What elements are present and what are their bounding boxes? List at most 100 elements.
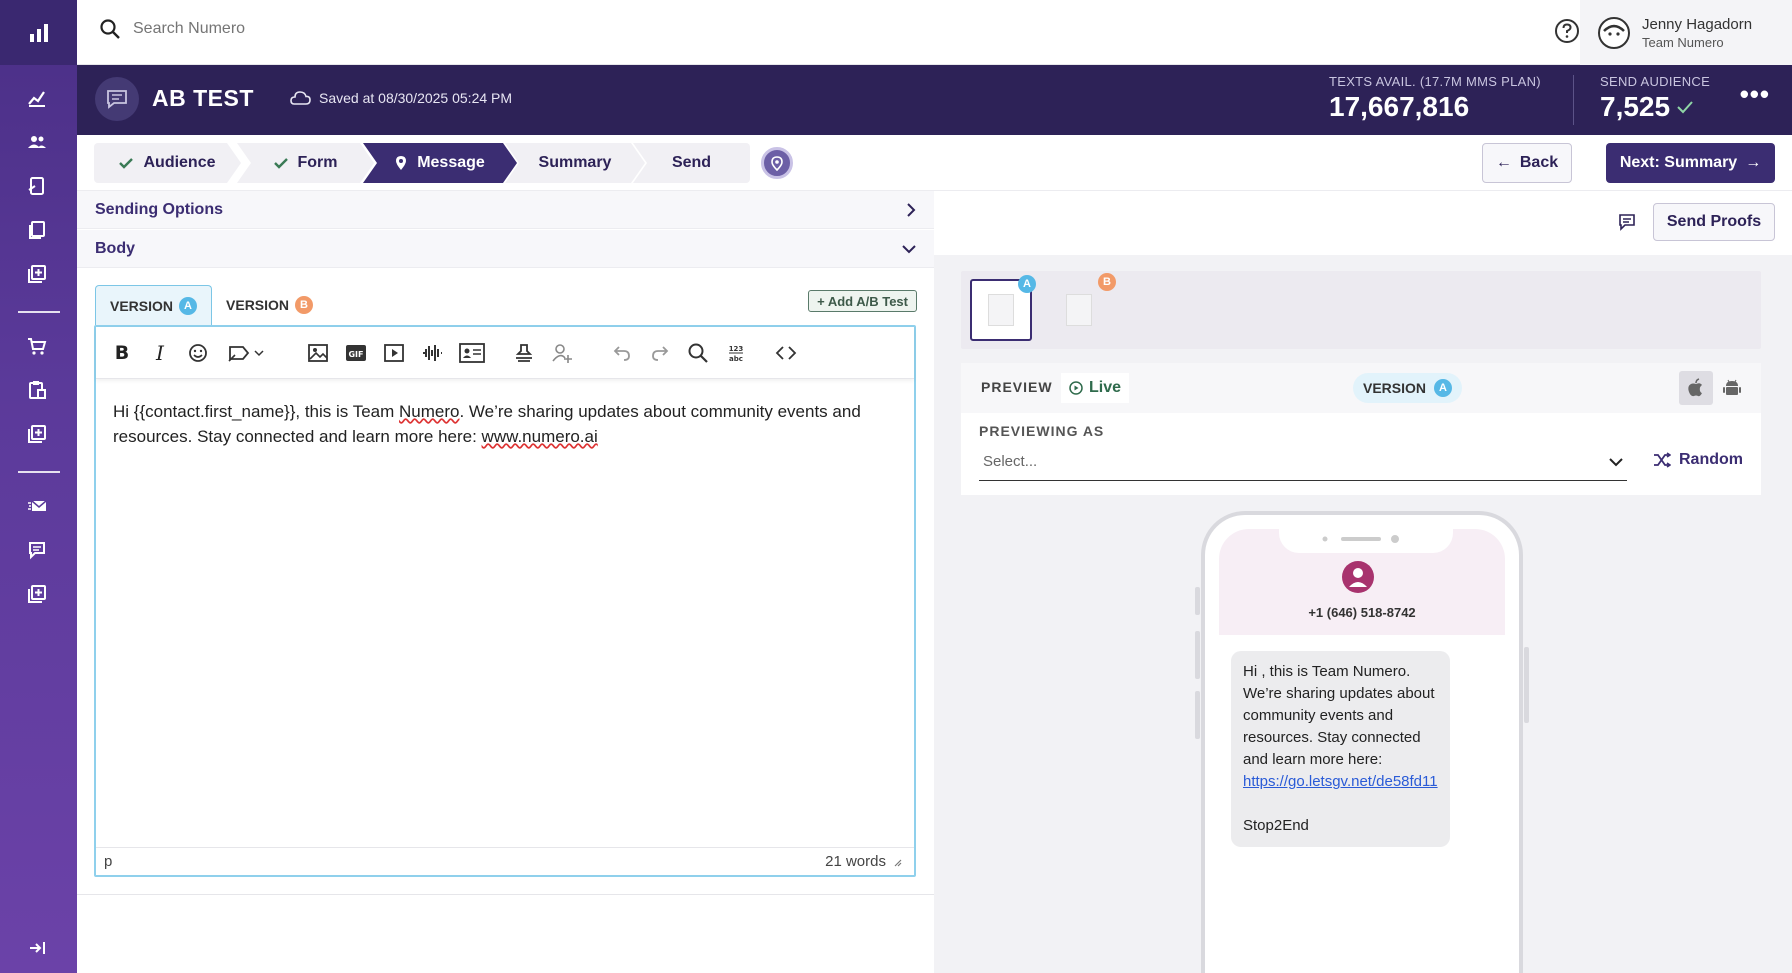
merge-tag-dropdown-icon[interactable] bbox=[226, 339, 268, 367]
comment-icon[interactable] bbox=[1618, 213, 1636, 236]
image-icon[interactable] bbox=[304, 339, 332, 367]
step-label: Form bbox=[297, 154, 338, 171]
map-pin-icon bbox=[395, 155, 407, 171]
editor-content[interactable]: Hi {{contact.first_name}}, this is Team … bbox=[96, 379, 914, 469]
left-rail bbox=[0, 0, 77, 973]
step-send[interactable]: Send bbox=[633, 143, 750, 183]
clipboard-icon[interactable] bbox=[25, 378, 49, 402]
location-pin-icon[interactable] bbox=[761, 147, 793, 179]
thumbnail-version-a[interactable]: A bbox=[970, 275, 1036, 341]
phone-number: +1 (646) 518-8742 bbox=[1308, 605, 1416, 620]
step-label: Audience bbox=[143, 154, 216, 171]
select-value: Select... bbox=[983, 453, 1038, 470]
tab-version-a[interactable]: VERSION A bbox=[95, 285, 213, 325]
step-form[interactable]: Form bbox=[237, 143, 374, 183]
mail-icon[interactable] bbox=[25, 494, 49, 518]
back-label: Back bbox=[1519, 154, 1559, 171]
add-ab-test-button[interactable]: + Add A/B Test bbox=[808, 290, 917, 312]
help-icon[interactable] bbox=[1554, 18, 1580, 44]
gif-icon[interactable]: GIF bbox=[342, 339, 370, 367]
italic-icon[interactable]: I bbox=[146, 339, 174, 367]
source-code-icon[interactable] bbox=[772, 339, 800, 367]
send-audience-label: SEND AUDIENCE bbox=[1600, 74, 1711, 89]
apple-icon[interactable] bbox=[1679, 371, 1713, 405]
back-button[interactable]: ← Back bbox=[1482, 143, 1572, 183]
tab-label: VERSION bbox=[226, 297, 290, 313]
step-message[interactable]: Message bbox=[363, 143, 517, 183]
body-label: Body bbox=[95, 239, 135, 257]
wizard-steps: Audience Form Message Summary Send ← Bac… bbox=[77, 135, 1792, 191]
editor-toolbar: B I GIF 123 abc bbox=[96, 327, 914, 379]
top-bar: Jenny Hagadorn Team Numero bbox=[77, 0, 1792, 65]
add-form-icon[interactable] bbox=[25, 422, 49, 446]
search-input[interactable] bbox=[133, 20, 533, 38]
add-contact-icon[interactable] bbox=[548, 339, 576, 367]
sending-options-accordion[interactable]: Sending Options bbox=[77, 191, 934, 229]
chevron-down-icon bbox=[902, 244, 916, 253]
sms-message-bubble: Hi , this is Team Numero. We’re sharing … bbox=[1231, 651, 1450, 847]
phone-side-button bbox=[1195, 587, 1200, 615]
phone-side-button bbox=[1524, 647, 1529, 723]
bold-icon[interactable]: B bbox=[108, 339, 136, 367]
audio-wave-icon[interactable] bbox=[418, 339, 446, 367]
version-a-badge: A bbox=[179, 296, 198, 315]
send-audience-value: 7,525 bbox=[1600, 91, 1671, 122]
check-icon bbox=[1677, 101, 1693, 114]
random-button[interactable]: Random bbox=[1653, 451, 1743, 469]
undo-icon[interactable] bbox=[608, 339, 636, 367]
chevron-down-icon bbox=[1609, 457, 1623, 466]
tab-version-b[interactable]: VERSION B bbox=[212, 285, 327, 325]
live-toggle[interactable]: Live bbox=[1061, 373, 1130, 403]
body-accordion[interactable]: Body bbox=[77, 230, 934, 268]
shuffle-icon bbox=[1654, 452, 1671, 468]
user-menu[interactable]: Jenny Hagadorn Team Numero bbox=[1580, 0, 1792, 65]
android-icon[interactable] bbox=[1715, 371, 1749, 405]
redo-icon[interactable] bbox=[646, 339, 674, 367]
tab-label: VERSION bbox=[110, 297, 174, 314]
contact-avatar-icon bbox=[1342, 561, 1374, 593]
find-icon[interactable] bbox=[684, 339, 712, 367]
logo-icon[interactable] bbox=[0, 0, 77, 65]
message-editor-pane: Sending Options Body VERSION A VERSION B… bbox=[77, 191, 934, 973]
emoji-icon[interactable] bbox=[184, 339, 212, 367]
step-label: Message bbox=[417, 154, 485, 171]
more-options-icon[interactable]: ••• bbox=[1740, 81, 1770, 107]
video-icon[interactable] bbox=[380, 339, 408, 367]
add-message-icon[interactable] bbox=[25, 582, 49, 606]
version-b-badge: B bbox=[295, 296, 314, 314]
step-audience[interactable]: Audience bbox=[94, 143, 241, 183]
sms-message-text: Hi , this is Team Numero. We’re sharing … bbox=[1243, 663, 1435, 768]
previewing-as-select[interactable]: Select... bbox=[979, 443, 1627, 481]
sms-icon[interactable] bbox=[25, 538, 49, 562]
resize-handle-icon[interactable] bbox=[892, 857, 902, 867]
thumbnail-version-b[interactable]: B bbox=[1048, 273, 1116, 341]
rail-divider bbox=[18, 311, 60, 313]
add-list-icon[interactable] bbox=[25, 262, 49, 286]
step-summary[interactable]: Summary bbox=[505, 143, 645, 183]
campaigns-icon[interactable] bbox=[25, 174, 49, 198]
phone-screen: +1 (646) 518-8742 Hi , this is Team Nume… bbox=[1219, 529, 1505, 973]
previewing-as-label: PREVIEWING AS bbox=[979, 423, 1105, 439]
contacts-icon[interactable] bbox=[25, 130, 49, 154]
phone-side-button bbox=[1195, 631, 1200, 679]
collapse-rail-icon[interactable] bbox=[25, 936, 49, 960]
preview-header: PREVIEW Live VERSION A bbox=[961, 363, 1761, 413]
send-proofs-button[interactable]: Send Proofs bbox=[1653, 203, 1775, 241]
cart-icon[interactable] bbox=[25, 334, 49, 358]
sms-message-link[interactable]: https://go.letsgv.net/de58fd11 bbox=[1243, 771, 1438, 793]
phone-contact-header: +1 (646) 518-8742 bbox=[1219, 529, 1505, 635]
version-thumbnails: A B bbox=[961, 271, 1761, 349]
message-bubble-icon bbox=[95, 77, 139, 121]
svg-text:123: 123 bbox=[729, 345, 744, 353]
texts-available-stat: TEXTS AVAIL. (17.7M MMS PLAN) 17,667,816 bbox=[1329, 74, 1541, 123]
random-label: Random bbox=[1679, 451, 1743, 468]
contact-card-icon[interactable] bbox=[456, 339, 488, 367]
stamp-icon[interactable] bbox=[510, 339, 538, 367]
templates-icon[interactable] bbox=[25, 218, 49, 242]
analytics-icon[interactable] bbox=[25, 86, 49, 110]
phone-notch bbox=[1279, 529, 1453, 553]
next-summary-button[interactable]: Next: Summary → bbox=[1606, 143, 1775, 183]
preview-panel: PREVIEW Live VERSION A PREVIEWING AS Sel… bbox=[961, 363, 1761, 973]
rich-text-editor[interactable]: B I GIF 123 abc Hi {{contact.first_name}}… bbox=[94, 325, 916, 877]
word-count-icon[interactable]: 123 abc bbox=[722, 339, 750, 367]
